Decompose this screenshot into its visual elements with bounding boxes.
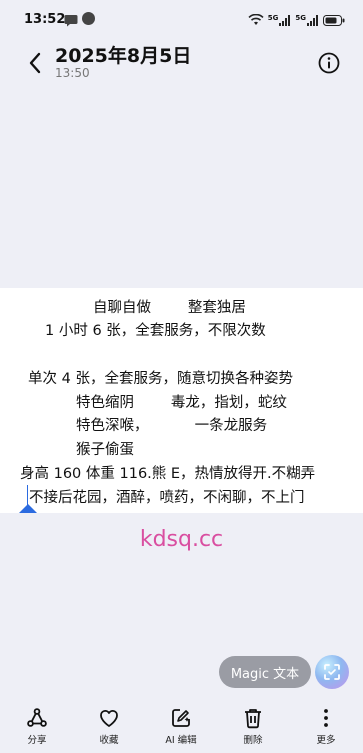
- page-subtitle: 13:50: [55, 66, 90, 80]
- page-title: 2025年8月5日: [55, 45, 192, 67]
- info-button[interactable]: [317, 51, 341, 75]
- battery-icon: [323, 11, 345, 30]
- delete-button[interactable]: 删除: [227, 705, 279, 746]
- signal-icon-2: 5G: [295, 15, 319, 26]
- share-label: 分享: [27, 735, 47, 746]
- gallery-image-viewer: 13:52 5G 5G 2025年8月5日 13:50 自聊自做 整套独居 1 …: [0, 0, 363, 753]
- wifi-icon: [248, 11, 264, 30]
- selection-handle[interactable]: [19, 504, 37, 513]
- network-type-label-2: 5G: [295, 14, 306, 22]
- scan-icon: [324, 664, 340, 680]
- network-type-label: 5G: [267, 14, 279, 22]
- status-bar: 13:52 5G 5G: [0, 0, 363, 38]
- photo-image[interactable]: 自聊自做 整套独居 1 小时 6 张，全套服务，不限次数 单次 4 张，全套服务…: [0, 288, 363, 513]
- more-button[interactable]: 更多: [300, 705, 352, 746]
- magic-text-button[interactable]: Magic 文本: [219, 656, 311, 688]
- share-button[interactable]: 分享: [11, 705, 63, 746]
- favorite-button[interactable]: 收藏: [83, 705, 135, 746]
- back-button[interactable]: [22, 50, 48, 76]
- favorite-label: 收藏: [99, 735, 119, 746]
- image-text-line: 单次 4 张，全套服务，随意切换各种姿势: [28, 371, 293, 387]
- status-indicators: 5G 5G: [248, 11, 345, 30]
- info-icon: [318, 52, 340, 74]
- image-text-line: 身高 160 体重 116.熊 E，热情放得开.不糊弄: [20, 466, 316, 482]
- more-label: 更多: [316, 735, 336, 746]
- watermark-text: kdsq.cc: [139, 527, 224, 552]
- delete-label: 删除: [243, 735, 263, 746]
- bottom-toolbar: 分享 收藏 AI 编辑 删除 更多: [0, 705, 363, 753]
- image-text-line: 不接后花园，酒醉，喷药，不闲聊，不上门: [29, 490, 305, 506]
- ai-edit-label: AI 编辑: [165, 735, 197, 746]
- more-vertical-icon: [324, 709, 328, 727]
- ai-edit-icon: [172, 709, 190, 727]
- app-notification-icon: [82, 12, 95, 25]
- heart-icon: [100, 710, 118, 727]
- ai-edit-button[interactable]: AI 编辑: [155, 705, 207, 746]
- image-text-line: 1 小时 6 张，全套服务，不限次数: [45, 323, 266, 339]
- chevron-left-icon: [29, 52, 41, 74]
- image-text-line: 特色缩阴 毒龙，指划，蛇纹: [76, 395, 287, 411]
- lens-button[interactable]: [315, 655, 349, 689]
- share-icon: [27, 708, 47, 727]
- message-icon: [64, 12, 78, 31]
- signal-icon: 5G: [268, 15, 292, 26]
- trash-icon: [245, 709, 261, 729]
- image-text-line: 猴子偷蛋: [76, 442, 134, 458]
- image-text-line: 自聊自做 整套独居: [93, 300, 246, 316]
- status-time: 13:52: [24, 12, 66, 27]
- image-text-line: 特色深喉， 一条龙服务: [76, 418, 268, 434]
- text-selection-cursor: [27, 485, 28, 505]
